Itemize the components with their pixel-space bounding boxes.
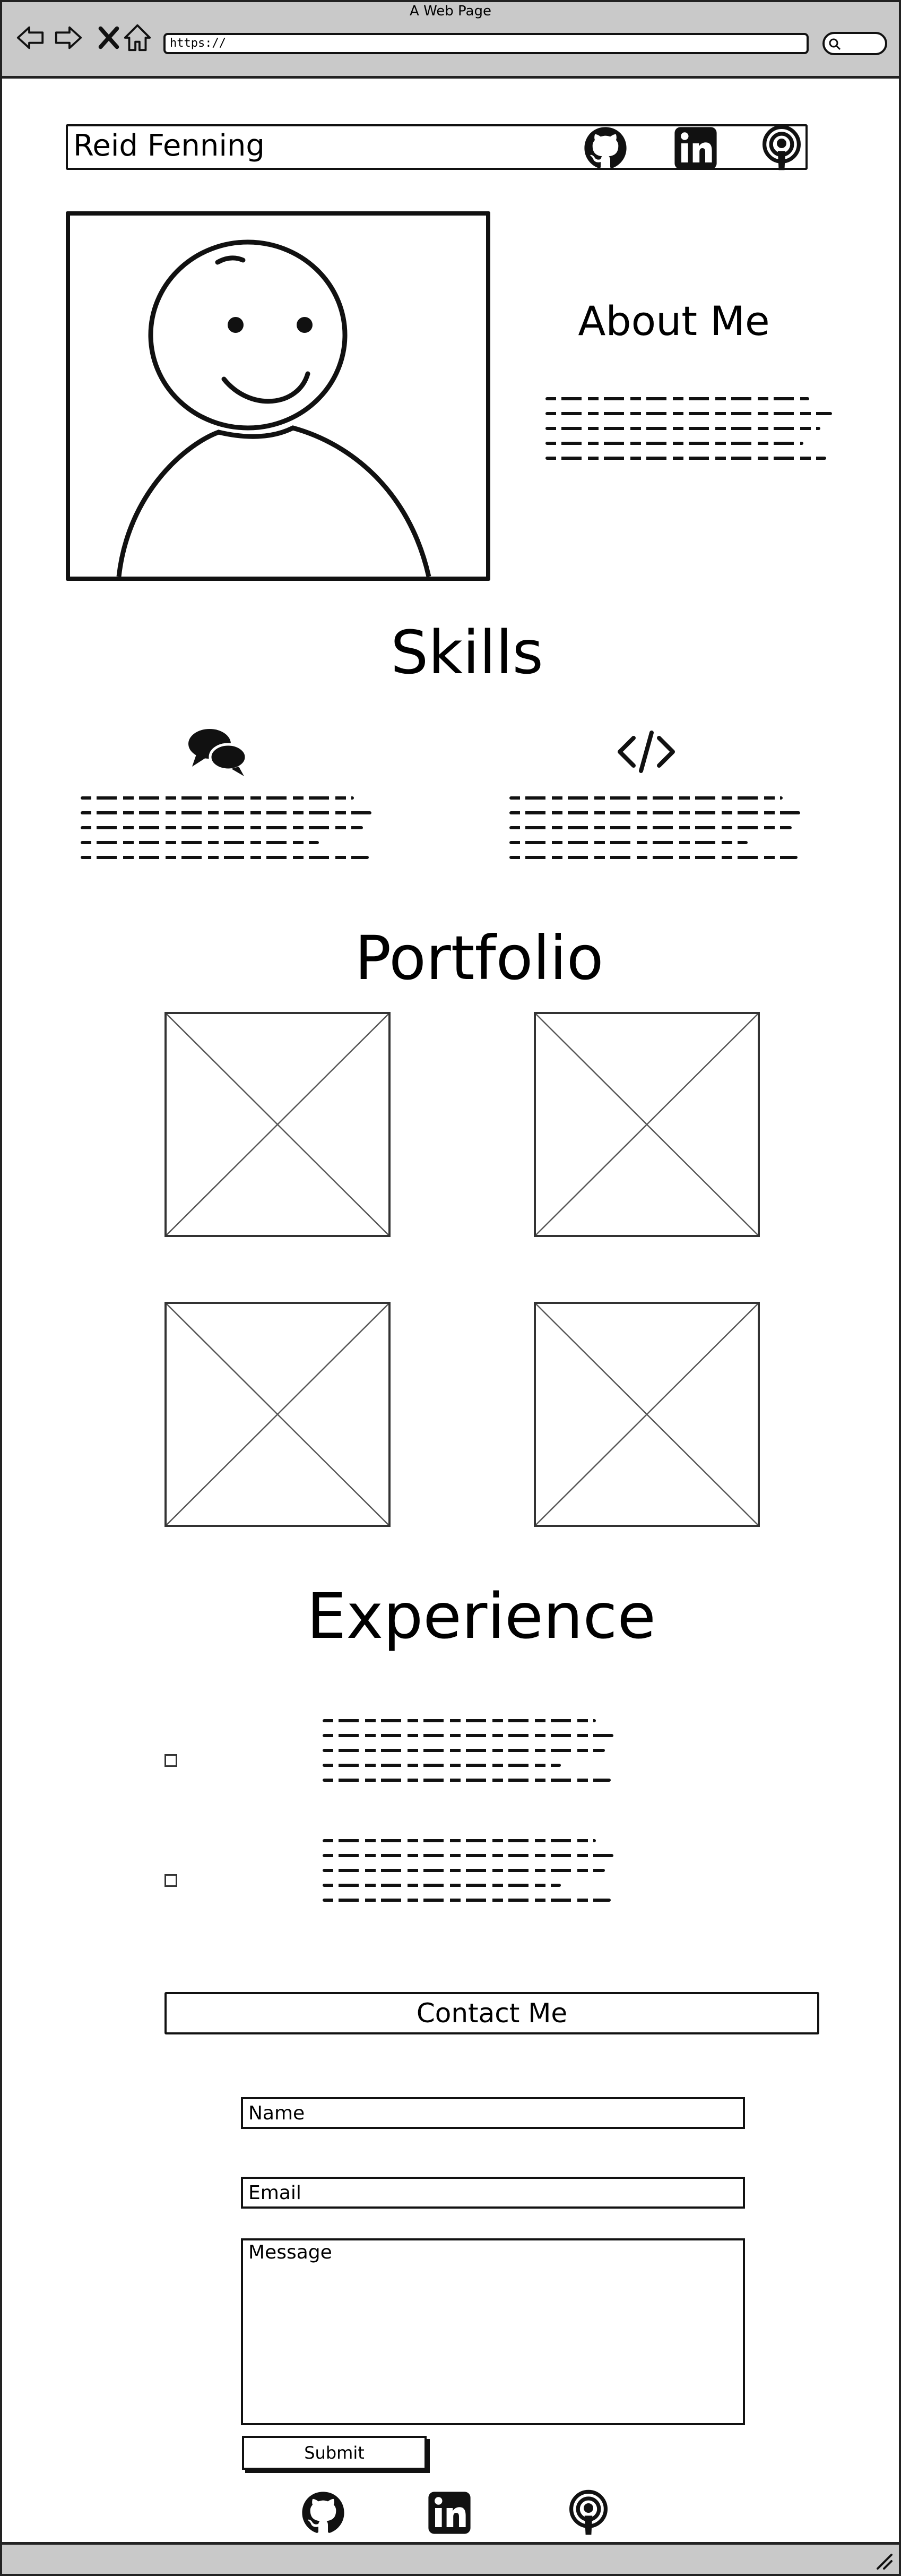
contact-title: Contact Me — [164, 1992, 819, 2034]
home-icon[interactable] — [122, 22, 153, 53]
image-placeholder-icon — [536, 1304, 758, 1525]
stop-x-icon[interactable] — [93, 22, 124, 53]
experience-checkbox[interactable] — [164, 1754, 177, 1767]
linkedin-icon[interactable] — [672, 124, 720, 172]
skill-text-communication — [81, 796, 371, 876]
resize-grip-icon[interactable] — [872, 2549, 894, 2571]
experience-entry-text — [323, 1839, 613, 1919]
email-field[interactable] — [241, 2177, 745, 2209]
search-icon — [829, 38, 841, 50]
profile-photo — [66, 211, 490, 581]
experience-checkbox[interactable] — [164, 1874, 177, 1887]
window-title: A Web Page — [410, 3, 491, 19]
browser-status-bar — [0, 2542, 901, 2576]
chat-bubbles-icon — [188, 729, 248, 776]
portfolio-image-placeholder[interactable] — [534, 1302, 760, 1527]
name-field[interactable] — [241, 2097, 745, 2129]
about-text — [545, 397, 832, 477]
portfolio-image-placeholder[interactable] — [534, 1012, 760, 1237]
submit-button[interactable]: Submit — [242, 2436, 427, 2470]
experience-entry-text — [323, 1719, 613, 1799]
podcast-icon[interactable] — [758, 124, 805, 172]
avatar — [116, 239, 431, 577]
back-arrow-icon[interactable] — [15, 22, 46, 53]
image-placeholder-icon — [167, 1304, 388, 1525]
message-field[interactable] — [241, 2238, 745, 2425]
image-placeholder-icon — [536, 1014, 758, 1235]
browser-search-field[interactable] — [822, 32, 887, 55]
skill-text-coding — [509, 796, 800, 876]
portfolio-image-placeholder[interactable] — [164, 1012, 391, 1237]
image-placeholder-icon — [167, 1014, 388, 1235]
github-icon[interactable] — [299, 2489, 347, 2537]
skills-title: Skills — [391, 619, 543, 688]
podcast-icon[interactable] — [565, 2489, 612, 2537]
portfolio-image-placeholder[interactable] — [164, 1302, 391, 1527]
code-brackets-icon — [618, 731, 675, 773]
url-bar[interactable]: https:// — [163, 33, 809, 54]
experience-title: Experience — [306, 1579, 656, 1653]
site-name: Reid Fenning — [73, 128, 265, 163]
forward-arrow-icon[interactable] — [53, 22, 84, 53]
portfolio-title: Portfolio — [354, 923, 604, 993]
github-icon[interactable] — [582, 124, 629, 172]
linkedin-icon[interactable] — [426, 2489, 473, 2537]
about-title: About Me — [578, 297, 770, 345]
